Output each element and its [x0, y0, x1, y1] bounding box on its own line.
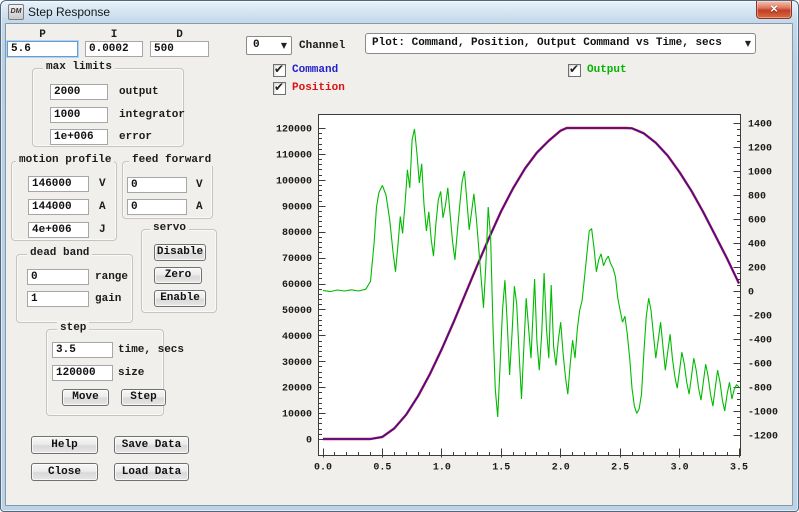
load-data-button[interactable]: Load Data: [114, 463, 189, 481]
ff-a-label: A: [196, 200, 203, 215]
motion-profile-group: motion profile V A J: [11, 161, 117, 241]
ff-v-label: V: [196, 178, 203, 193]
channel-value: 0: [253, 39, 260, 51]
max-limits-group: max limits output integrator error: [32, 68, 184, 147]
position-checkbox[interactable]: ✔: [273, 82, 286, 95]
close-button[interactable]: Close: [31, 463, 98, 481]
dead-band-range-input[interactable]: [27, 269, 89, 285]
step-button[interactable]: Step: [121, 389, 166, 406]
profile-a-label: A: [99, 200, 106, 215]
output-checkbox[interactable]: ✔: [568, 64, 581, 77]
dead-band-range-label: range: [95, 270, 128, 285]
step-time-input[interactable]: [52, 342, 113, 358]
max-integrator-input[interactable]: [50, 107, 108, 123]
plot-select[interactable]: Plot: Command, Position, Output Command …: [365, 33, 756, 54]
servo-title: servo: [150, 222, 189, 234]
servo-group: servo Disable Zero Enable: [141, 229, 217, 313]
check-icon: ✔: [569, 62, 579, 76]
profile-v-input[interactable]: [28, 176, 89, 192]
dead-band-gain-input[interactable]: [27, 291, 89, 307]
ff-v-input[interactable]: [127, 177, 187, 193]
save-data-button[interactable]: Save Data: [114, 436, 189, 454]
close-window-button[interactable]: ×: [756, 1, 792, 19]
p-input[interactable]: [7, 41, 78, 57]
window-step-response: DM Step Response × P I D 0 ▼ Channel Plo…: [0, 0, 799, 512]
channel-select[interactable]: 0 ▼: [246, 36, 292, 55]
chevron-down-icon: ▼: [745, 34, 751, 53]
step-size-label: size: [118, 366, 144, 381]
feed-forward-group: feed forward V A: [122, 161, 213, 219]
step-group: step time, secs size Move Step: [46, 329, 164, 416]
max-output-label: output: [119, 85, 159, 100]
max-output-input[interactable]: [50, 84, 108, 100]
chevron-down-icon: ▼: [281, 37, 287, 54]
dead-band-title: dead band: [27, 247, 92, 259]
d-input[interactable]: [150, 41, 209, 57]
dead-band-gain-label: gain: [95, 292, 121, 307]
ff-a-input[interactable]: [127, 199, 187, 215]
channel-label: Channel: [299, 39, 345, 54]
help-button[interactable]: Help: [31, 436, 98, 454]
profile-j-label: J: [99, 223, 106, 238]
check-icon: ✔: [274, 62, 284, 76]
motion-profile-title: motion profile: [16, 154, 114, 166]
step-time-label: time, secs: [118, 343, 184, 358]
profile-a-input[interactable]: [28, 199, 89, 215]
max-integrator-label: integrator: [119, 108, 185, 123]
servo-enable-button[interactable]: Enable: [154, 290, 206, 307]
close-icon: ×: [770, 1, 778, 16]
command-checkbox[interactable]: ✔: [273, 64, 286, 77]
position-checkbox-label: Position: [292, 81, 345, 96]
plot-select-value: Plot: Command, Position, Output Command …: [372, 37, 722, 49]
command-checkbox-label: Command: [292, 63, 338, 78]
max-error-label: error: [119, 130, 152, 145]
check-icon: ✔: [274, 80, 284, 94]
step-size-input[interactable]: [52, 365, 113, 381]
profile-j-input[interactable]: [28, 222, 89, 238]
profile-v-label: V: [99, 177, 106, 192]
feed-forward-title: feed forward: [129, 154, 214, 166]
max-limits-title: max limits: [43, 61, 115, 73]
move-button[interactable]: Move: [62, 389, 109, 406]
output-checkbox-label: Output: [587, 63, 627, 78]
app-icon: DM: [8, 4, 24, 20]
servo-zero-button[interactable]: Zero: [154, 267, 202, 284]
dead-band-group: dead band range gain: [16, 254, 133, 323]
title-bar[interactable]: DM Step Response ×: [1, 1, 798, 23]
max-error-input[interactable]: [50, 129, 108, 145]
step-title: step: [57, 322, 89, 334]
i-input[interactable]: [85, 41, 143, 57]
servo-disable-button[interactable]: Disable: [154, 244, 206, 261]
window-title: Step Response: [28, 5, 110, 19]
